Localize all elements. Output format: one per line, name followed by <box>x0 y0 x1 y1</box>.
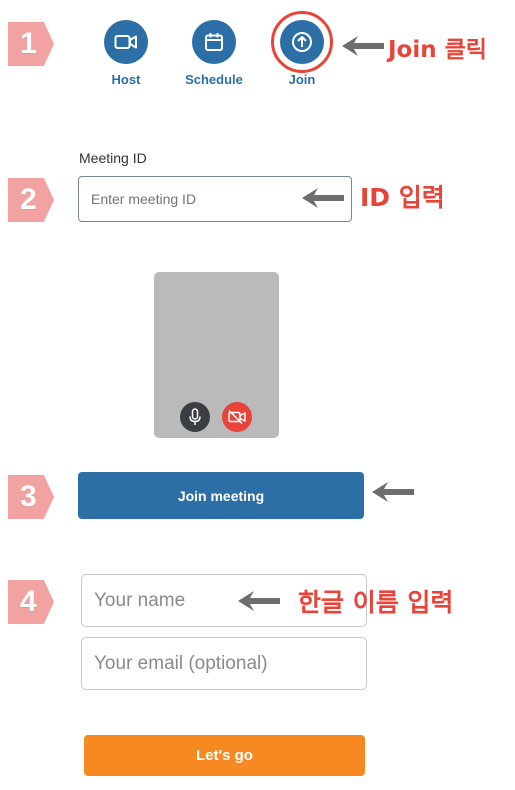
arrow-left-icon <box>372 482 414 502</box>
arrow-left-icon <box>238 591 280 611</box>
email-input[interactable] <box>81 637 367 690</box>
step-4-badge: 4 <box>8 580 54 624</box>
schedule-label: Schedule <box>185 72 243 87</box>
calendar-icon <box>192 20 236 64</box>
microphone-icon[interactable] <box>180 402 210 432</box>
step-3-badge: 3 <box>8 475 54 519</box>
video-off-icon[interactable] <box>222 402 252 432</box>
lets-go-button[interactable]: Let's go <box>84 735 365 776</box>
annotation-name-input: 한글 이름 입력 <box>298 588 454 617</box>
host-button[interactable]: Host <box>86 20 166 87</box>
join-meeting-button[interactable]: Join meeting <box>78 472 364 519</box>
arrow-left-icon <box>342 36 384 56</box>
video-preview <box>154 272 279 438</box>
meeting-id-label: Meeting ID <box>79 150 147 166</box>
join-label: Join <box>288 72 316 87</box>
step-2-badge: 2 <box>8 178 54 222</box>
annotation-id-input: ID 입력 <box>360 183 445 212</box>
step-1-badge: 1 <box>8 22 54 66</box>
arrow-left-icon <box>302 188 344 208</box>
annotation-join-click: Join 클릭 <box>388 37 487 63</box>
host-label: Host <box>111 72 141 87</box>
highlight-ring <box>271 11 333 73</box>
video-camera-icon <box>104 20 148 64</box>
schedule-button[interactable]: Schedule <box>174 20 254 87</box>
